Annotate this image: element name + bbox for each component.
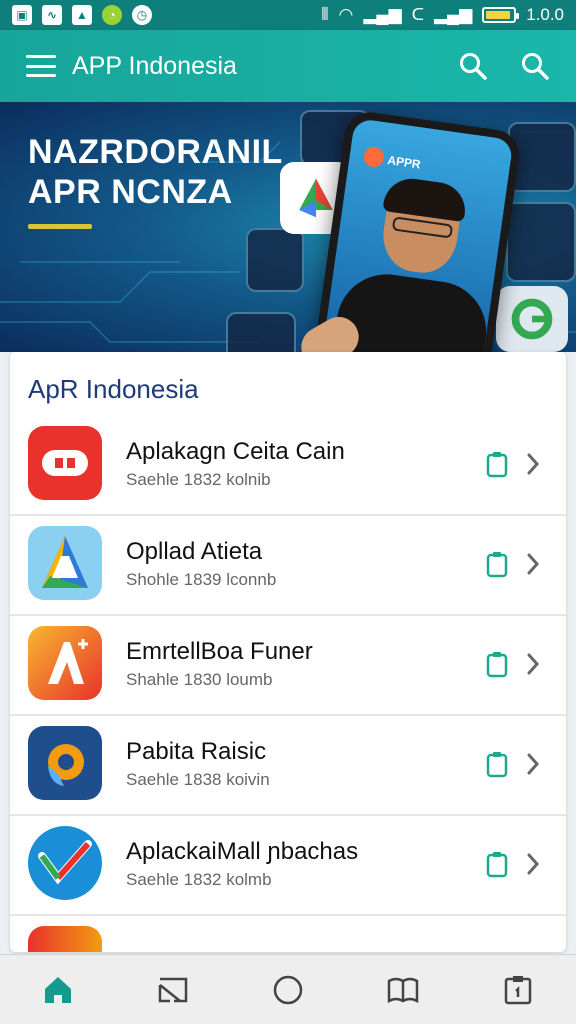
clipboard-icon[interactable] [486,550,508,578]
floating-tile [506,202,576,282]
phone-screen: APPR [322,118,514,352]
clipboard-icon[interactable] [486,450,508,478]
list-item[interactable]: Aplakagn Ceita Cain Saehle 1832 kolnib [10,416,566,516]
check-app-icon [28,826,102,900]
app-icon [28,926,102,952]
list-title: ApR Indonesia [28,374,199,404]
banner-title: NAZRDORANIL APR NCNZA [28,132,283,212]
signal-icon: ▂▄▆ [363,5,402,24]
banner-underline [28,224,92,229]
chevron-right-icon[interactable] [526,452,540,476]
clipboard-icon[interactable] [486,650,508,678]
clipboard-icon[interactable] [486,850,508,878]
notification-icons: ▣ ∿ ▲ ◔ ◷ [12,5,152,25]
status-time: 1.0.0 [526,5,564,24]
chart-icon: ∿ [42,5,62,25]
gear-app-icon [28,726,102,800]
menu-icon[interactable] [26,55,56,77]
a-app-icon [28,626,102,700]
clipboard-icon[interactable] [486,750,508,778]
camera-app-icon [28,426,102,500]
app-name: EmrtellBoa Funer [126,638,313,665]
drive-app-icon [28,526,102,600]
app-meta: Saehle 1832 kolmb [126,870,272,889]
app-name: Pabita Raisic [126,738,267,765]
list-item[interactable] [10,916,566,952]
app-actions [458,51,550,81]
app-list-card: ApR Indonesia Aplakagn Ceita Cain Saehle… [10,352,566,952]
circle-icon[interactable] [268,970,308,1010]
phone-label: APPR [386,153,422,172]
system-icons: ⫴ ◠ ▂▄▆ ᑕ ▂▄▆ 1.0.0 [321,5,564,25]
chevron-right-icon[interactable] [526,552,540,576]
app-meta: Saehle 1838 koivin [126,770,270,789]
app-meta: Saehle 1832 kolnib [126,470,271,489]
call-icon: ᑕ [411,5,424,24]
battery-icon [482,7,520,23]
search-icon[interactable] [458,51,488,81]
banner-title-line-2: APR NCNZA [28,173,233,211]
photo-icon: ▲ [72,5,92,25]
floating-tile [226,312,296,352]
app-bar: APP Indonesia [0,30,576,102]
chevron-right-icon[interactable] [526,852,540,876]
floating-tile [246,228,304,292]
list-item[interactable]: Pabita Raisic Saehle 1838 koivin [10,716,566,816]
cast-icon[interactable] [153,970,193,1010]
list-item[interactable]: AplackaiMall ɲbachas Saehle 1832 kolmb [10,816,566,916]
app-name: AplackaiMall ɲbachas [126,838,359,865]
promo-banner[interactable]: NAZRDORANIL APR NCNZA APPR [0,102,576,352]
chevron-right-icon[interactable] [526,752,540,776]
vibrate-icon: ⫴ [321,5,329,24]
list-item[interactable]: Opllad Atieta Shohle 1839 lconnb [10,516,566,616]
home-icon[interactable] [38,970,78,1010]
speed-icon: ◷ [132,5,152,25]
book-icon[interactable] [383,970,423,1010]
app-name: Opllad Atieta [126,538,263,565]
app-list: Aplakagn Ceita Cain Saehle 1832 kolnib O… [10,416,566,952]
wifi-icon: ◠ [338,5,354,24]
signal-icon: ▂▄▆ [433,5,473,24]
clipboard-icon[interactable] [498,970,538,1010]
app-name: Aplakagn Ceita Cain [126,438,345,465]
status-bar: ▣ ∿ ▲ ◔ ◷ ⫴ ◠ ▂▄▆ ᑕ ▂▄▆ 1.0.0 [0,0,576,30]
phone-illustration: APPR [313,108,523,352]
image-icon: ▣ [12,5,32,25]
bottom-navigation [0,954,576,1024]
phone-badge-icon [362,145,386,169]
chevron-right-icon[interactable] [526,652,540,676]
app-meta: Shohle 1839 lconnb [126,570,277,589]
battery-level [486,11,510,19]
app-meta: Shahle 1830 loumb [126,670,273,689]
g-app-icon [496,286,568,352]
search-icon[interactable] [520,51,550,81]
list-item[interactable]: EmrtellBoa Funer Shahle 1830 loumb [10,616,566,716]
whatsapp-icon: ◔ [102,5,122,25]
banner-title-line-1: NAZRDORANIL [28,133,283,171]
app-title: APP Indonesia [72,51,237,80]
